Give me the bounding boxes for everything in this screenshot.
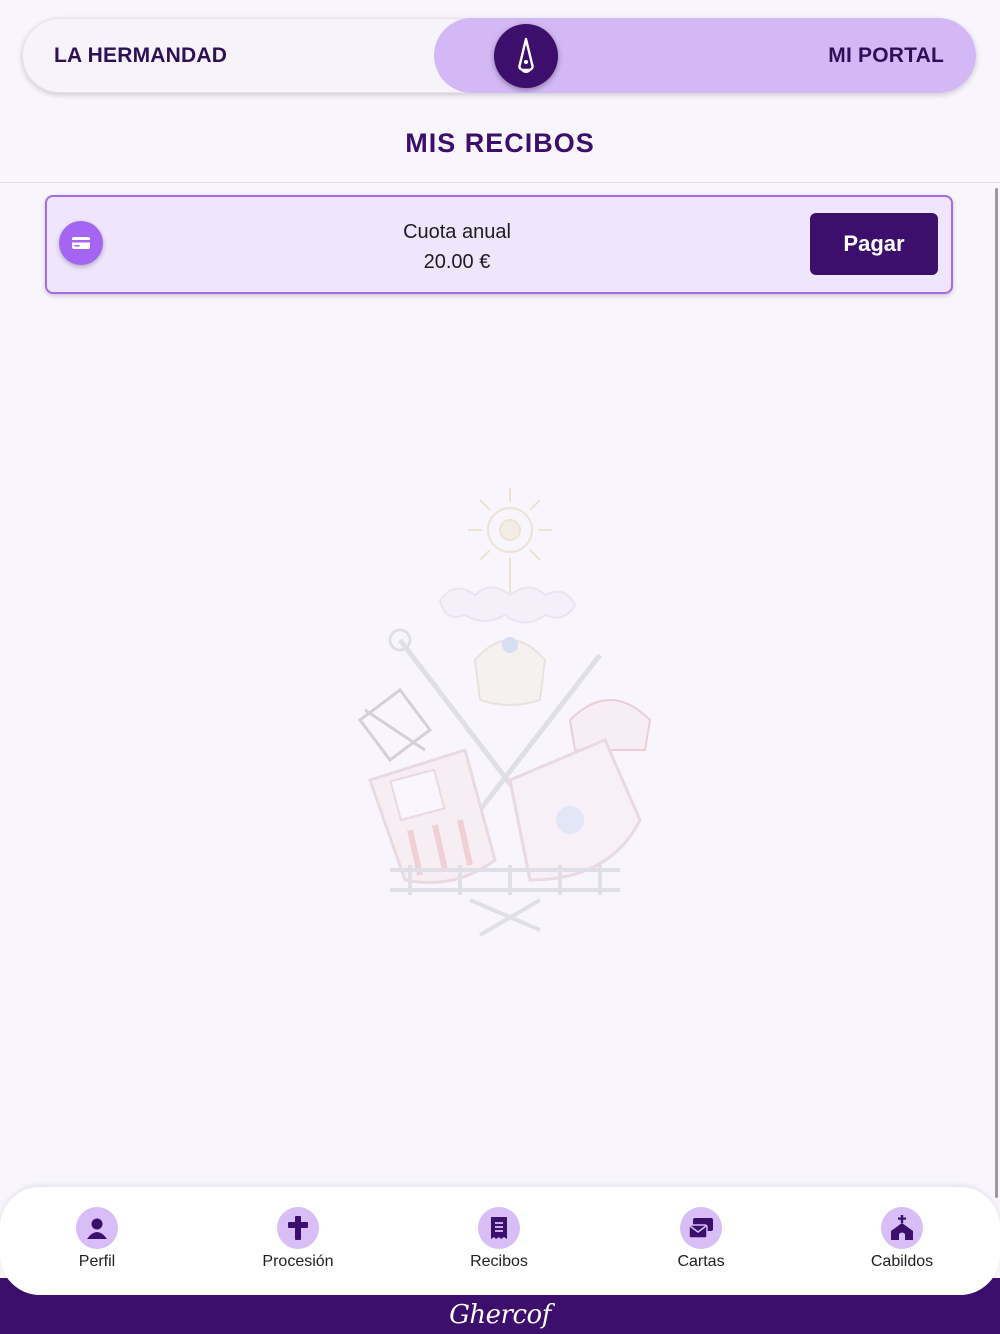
nav-label-cabildos: Cabildos (870, 1253, 934, 1270)
toggle-knob[interactable] (494, 24, 558, 88)
chapel-icon (881, 1207, 923, 1249)
brotherhood-crest-watermark (357, 488, 652, 937)
nav-label-procesion: Procesión (262, 1253, 334, 1270)
page-title: MIS RECIBOS (405, 128, 595, 158)
nav-label-recibos: Recibos (470, 1253, 528, 1270)
person-icon (76, 1207, 118, 1249)
toggle-option-la-hermandad[interactable]: LA HERMANDAD (54, 18, 227, 93)
nav-label-cartas: Cartas (677, 1253, 725, 1270)
capirote-icon (518, 37, 534, 73)
nav-item-perfil[interactable]: Perfil (37, 1207, 157, 1271)
receipt-info: Cuota anual 20.00 € (347, 217, 567, 277)
receipt-concept: Cuota anual (403, 221, 511, 243)
title-divider (0, 182, 1000, 183)
nav-label-perfil: Perfil (78, 1253, 116, 1270)
toggle-option-mi-portal[interactable]: MI PORTAL (828, 18, 944, 93)
nav-item-cartas[interactable]: Cartas (641, 1207, 761, 1271)
pay-button[interactable]: Pagar (810, 213, 938, 275)
receipt-amount: 20.00 € (423, 251, 491, 273)
nav-item-cabildos[interactable]: Cabildos (842, 1207, 962, 1271)
receipt-icon (478, 1207, 520, 1249)
nav-item-recibos[interactable]: Recibos (439, 1207, 559, 1271)
receipt-card: Cuota anual 20.00 € Pagar (45, 195, 953, 294)
credit-card-icon (59, 221, 103, 265)
letters-icon (680, 1207, 722, 1249)
bottom-nav: Perfil Procesión Recibos Cartas Cabildos (0, 1187, 1000, 1295)
scrollbar[interactable] (995, 188, 998, 1198)
cross-icon (277, 1207, 319, 1249)
footer-logo: Ghercof (449, 1300, 551, 1330)
nav-item-procesion[interactable]: Procesión (238, 1207, 358, 1271)
section-toggle[interactable]: LA HERMANDAD MI PORTAL (22, 18, 976, 93)
